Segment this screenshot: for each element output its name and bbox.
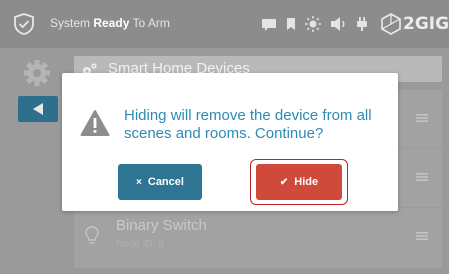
speaker-icon[interactable]	[329, 15, 349, 33]
checkmark-icon: ✔	[279, 176, 289, 188]
dialog-message: Hiding will remove the device from all s…	[124, 107, 372, 142]
2gig-logo-icon	[381, 13, 401, 35]
menu-icon[interactable]	[416, 113, 428, 123]
device-node-id: Node ID: 9	[116, 239, 164, 250]
brand-logo: 2GIG	[381, 12, 449, 36]
plug-icon[interactable]	[354, 15, 370, 33]
system-status-text: System Ready To Arm	[50, 16, 170, 30]
gear-icon[interactable]	[22, 58, 52, 88]
message-icon[interactable]	[260, 15, 278, 33]
bookmark-icon[interactable]	[285, 15, 297, 33]
sun-icon[interactable]	[304, 15, 322, 33]
hide-button-label: Hide	[294, 176, 319, 188]
triangle-left-icon	[33, 103, 43, 115]
menu-icon[interactable]	[416, 231, 428, 241]
cancel-button[interactable]: × Cancel	[118, 164, 202, 200]
menu-icon[interactable]	[416, 172, 428, 182]
close-icon: ×	[136, 176, 142, 188]
hide-button[interactable]: ✔ Hide	[256, 164, 342, 200]
back-button[interactable]	[18, 96, 58, 122]
list-item[interactable]: Binary Switch Node ID: 9	[74, 208, 442, 266]
warning-icon	[80, 110, 110, 136]
cancel-button-label: Cancel	[147, 176, 184, 188]
shield-check-icon[interactable]	[13, 13, 35, 35]
brand-name: 2GIG	[403, 14, 449, 34]
confirm-dialog: Hiding will remove the device from all s…	[62, 73, 398, 211]
device-name: Binary Switch	[116, 217, 207, 234]
status-bar: System Ready To Arm 2GIG	[0, 0, 449, 48]
lightbulb-icon	[85, 226, 99, 244]
